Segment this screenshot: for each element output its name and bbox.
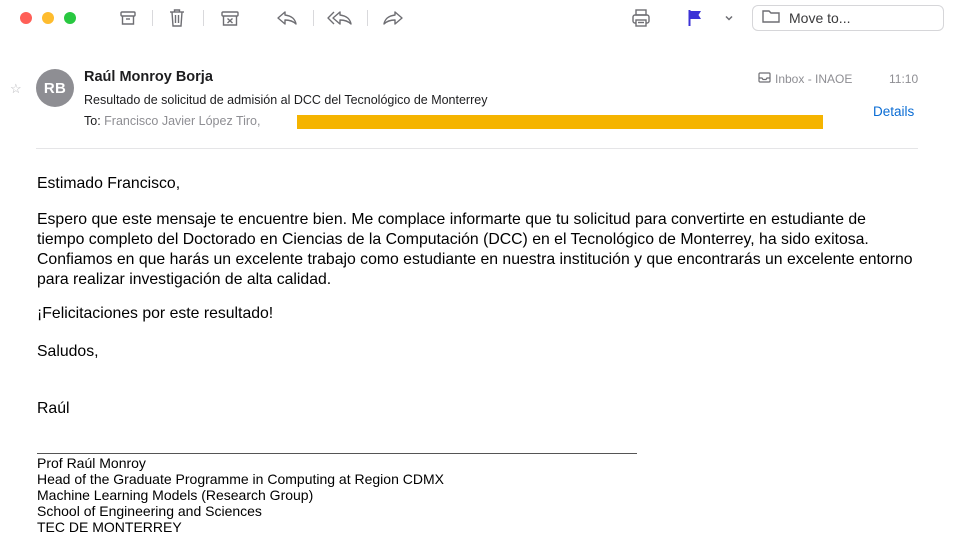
recipient-name[interactable]: Francisco Javier López Tiro,	[104, 114, 260, 128]
body-closing: Saludos,	[37, 343, 99, 360]
mailbox-indicator: Inbox - INAOE	[758, 72, 852, 86]
details-link[interactable]: Details	[873, 104, 914, 119]
toolbar-divider	[152, 10, 153, 26]
avatar: RB	[36, 69, 74, 107]
forward-icon[interactable]	[381, 6, 405, 30]
folder-icon	[761, 8, 781, 29]
mailbox-label: Inbox - INAOE	[775, 72, 853, 86]
trash-icon[interactable]	[166, 6, 188, 30]
signature-line: TEC DE MONTERREY	[37, 519, 182, 535]
zoom-window-button[interactable]	[64, 12, 76, 24]
body-greeting: Estimado Francisco,	[37, 175, 181, 192]
body-paragraph: Espero que este mensaje te encuentre bie…	[37, 211, 913, 288]
header-divider	[36, 148, 918, 149]
close-window-button[interactable]	[20, 12, 32, 24]
minimize-window-button[interactable]	[42, 12, 54, 24]
toolbar-divider	[313, 10, 314, 26]
body-congrats: ¡Felicitaciones por este resultado!	[37, 305, 274, 322]
signature-line: Prof Raúl Monroy	[37, 455, 146, 471]
body-signoff-name: Raúl	[37, 400, 70, 417]
to-label: To:	[84, 114, 101, 128]
reply-icon[interactable]	[275, 6, 299, 30]
reply-all-icon[interactable]	[325, 6, 355, 30]
star-icon[interactable]: ☆	[10, 81, 22, 97]
signature-line: School of Engineering and Sciences	[37, 503, 262, 519]
signature-line: Head of the Graduate Programme in Comput…	[37, 471, 444, 487]
chevron-down-icon[interactable]	[722, 6, 736, 30]
move-to-label: Move to...	[789, 10, 851, 26]
toolbar-divider	[367, 10, 368, 26]
redaction-bar	[297, 115, 823, 129]
signature-rule	[37, 453, 637, 454]
move-to-dropdown[interactable]: Move to...	[752, 5, 944, 31]
subject-line: Resultado de solicitud de admisión al DC…	[84, 93, 488, 107]
sender-name: Raúl Monroy Borja	[84, 69, 213, 85]
toolbar-divider	[203, 10, 204, 26]
archive-icon[interactable]	[117, 6, 139, 30]
signature-line: Machine Learning Models (Research Group)	[37, 487, 314, 503]
recipients-line: To: Francisco Javier López Tiro,	[84, 114, 260, 128]
junk-icon[interactable]	[218, 6, 242, 30]
message-time: 11:10	[889, 72, 919, 86]
print-icon[interactable]	[629, 6, 653, 30]
inbox-tray-icon	[758, 72, 775, 86]
flag-icon[interactable]	[684, 6, 706, 30]
toolbar: Move to...	[0, 0, 953, 38]
